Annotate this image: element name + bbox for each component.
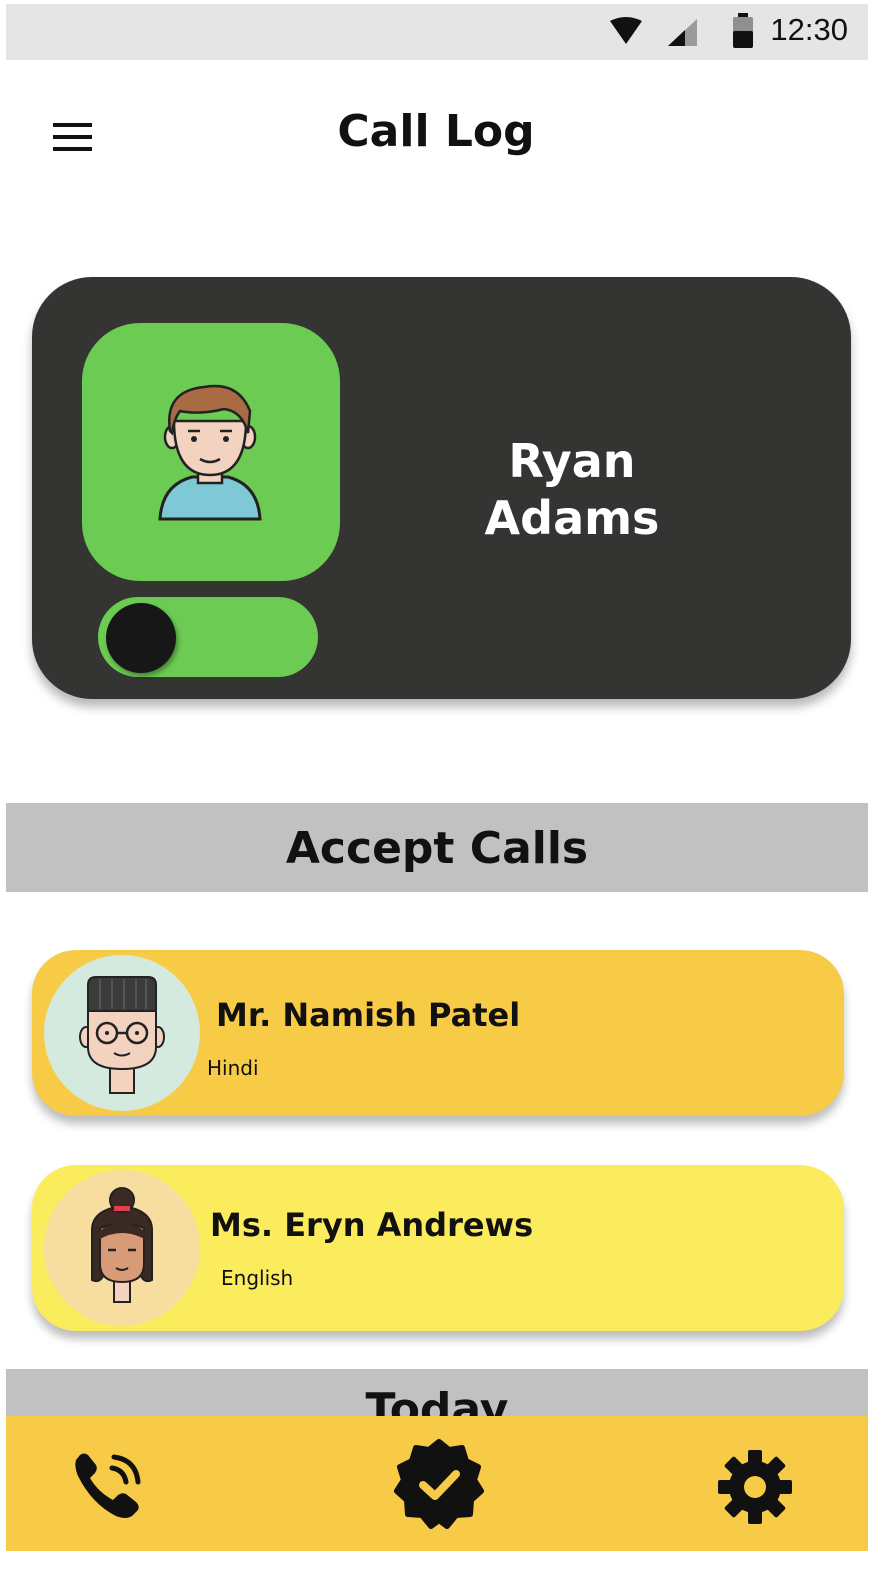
profile-last-name: Adams xyxy=(484,491,660,545)
nav-settings[interactable] xyxy=(716,1448,794,1526)
man-with-glasses-avatar-icon xyxy=(79,976,165,1094)
woman-avatar-icon xyxy=(91,1187,153,1303)
caller-avatar xyxy=(44,955,200,1111)
nav-verified[interactable] xyxy=(393,1438,485,1530)
profile-first-name: Ryan xyxy=(508,434,636,488)
caller-language: English xyxy=(221,1266,294,1290)
caller-avatar xyxy=(44,1170,200,1326)
profile-name: Ryan Adams xyxy=(452,433,692,547)
battery-icon xyxy=(733,13,753,48)
profile-card: Ryan Adams xyxy=(32,277,851,699)
page-title: Call Log xyxy=(337,106,535,157)
availability-toggle[interactable] xyxy=(98,597,318,677)
cell-signal-icon xyxy=(668,19,697,46)
profile-avatar[interactable] xyxy=(82,323,340,581)
caller-card[interactable]: Ms. Eryn Andrews English xyxy=(32,1165,844,1331)
phone-call-icon xyxy=(75,1453,141,1518)
verified-badge-icon xyxy=(394,1439,484,1529)
caller-name: Mr. Namish Patel xyxy=(216,996,521,1034)
caller-name: Ms. Eryn Andrews xyxy=(210,1206,534,1244)
nav-call-log[interactable] xyxy=(70,1452,146,1522)
caller-language: Hindi xyxy=(207,1056,259,1080)
status-bar: 12:30 xyxy=(6,4,868,60)
male-avatar-icon xyxy=(158,384,262,521)
toggle-knob[interactable] xyxy=(106,603,176,673)
wifi-icon xyxy=(610,17,642,44)
caller-card[interactable]: Mr. Namish Patel Hindi xyxy=(32,950,844,1116)
settings-gear-icon xyxy=(718,1450,792,1524)
status-time: 12:30 xyxy=(770,12,848,47)
section-header-accept-calls: Accept Calls xyxy=(6,803,868,892)
bottom-nav xyxy=(6,1416,868,1551)
